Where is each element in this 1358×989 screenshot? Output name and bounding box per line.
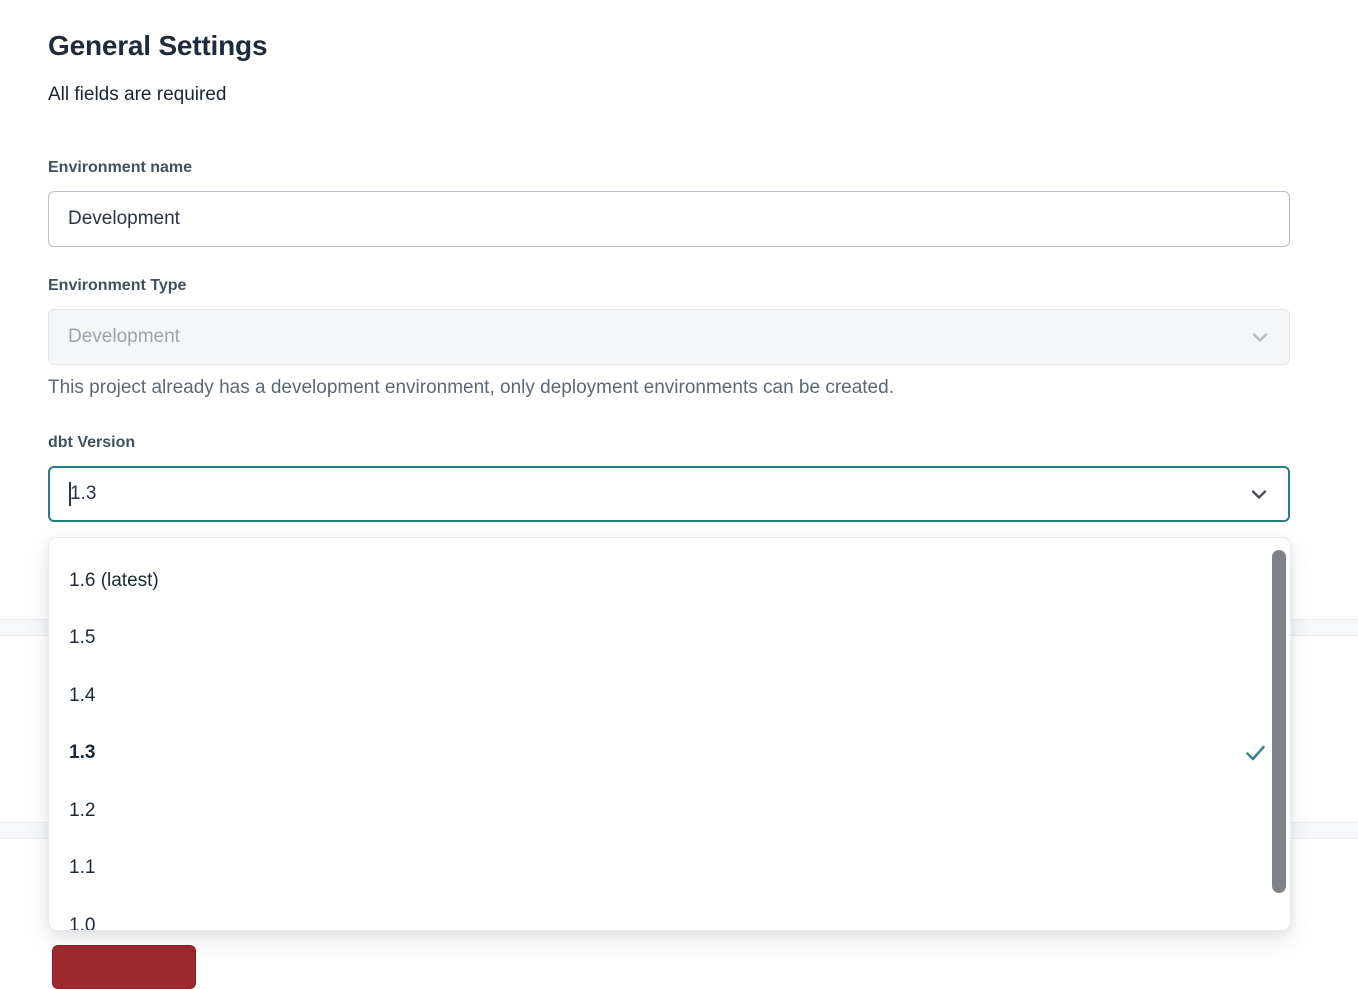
dbt-version-select[interactable]: 1.3 bbox=[48, 466, 1290, 522]
dropdown-option[interactable]: 1.5 bbox=[49, 610, 1290, 668]
dbt-version-label: dbt Version bbox=[48, 434, 135, 452]
dropdown-option-list: 1.6 (latest) 1.5 1.4 1.3 1.2 1.1 1.0 bbox=[49, 538, 1290, 931]
environment-type-label: Environment Type bbox=[48, 277, 186, 295]
dropdown-option-label: 1.2 bbox=[69, 800, 95, 822]
environment-name-label: Environment name bbox=[48, 159, 192, 177]
dbt-version-value: 1.3 bbox=[70, 483, 96, 505]
dropdown-option[interactable]: 1.4 bbox=[49, 667, 1290, 725]
dropdown-option[interactable]: 1.1 bbox=[49, 840, 1290, 898]
dropdown-option-label: 1.5 bbox=[69, 627, 95, 649]
environment-type-select: Development bbox=[48, 309, 1290, 365]
dropdown-scrollbar[interactable] bbox=[1272, 550, 1286, 893]
page-subtitle: All fields are required bbox=[48, 84, 226, 106]
environment-type-value: Development bbox=[68, 326, 180, 348]
dropdown-option-label: 1.4 bbox=[69, 685, 95, 707]
page-title: General Settings bbox=[48, 30, 267, 62]
environment-name-input[interactable] bbox=[48, 191, 1290, 247]
dropdown-option-label: 1.6 (latest) bbox=[69, 570, 159, 592]
dropdown-option-label: 1.3 bbox=[69, 742, 95, 764]
check-icon bbox=[1245, 745, 1266, 762]
dropdown-option[interactable]: 1.6 (latest) bbox=[49, 552, 1290, 610]
dropdown-option[interactable]: 1.0 bbox=[49, 897, 1290, 931]
dropdown-option-label: 1.1 bbox=[69, 857, 95, 879]
chevron-down-icon bbox=[1248, 325, 1272, 349]
dbt-version-dropdown: 1.6 (latest) 1.5 1.4 1.3 1.2 1.1 1.0 bbox=[48, 537, 1291, 931]
dropdown-option-label: 1.0 bbox=[69, 915, 95, 931]
dropdown-option[interactable]: 1.3 bbox=[49, 725, 1290, 783]
dropdown-option[interactable]: 1.2 bbox=[49, 782, 1290, 840]
chevron-down-icon[interactable] bbox=[1247, 482, 1271, 506]
environment-type-helper: This project already has a development e… bbox=[48, 377, 894, 399]
